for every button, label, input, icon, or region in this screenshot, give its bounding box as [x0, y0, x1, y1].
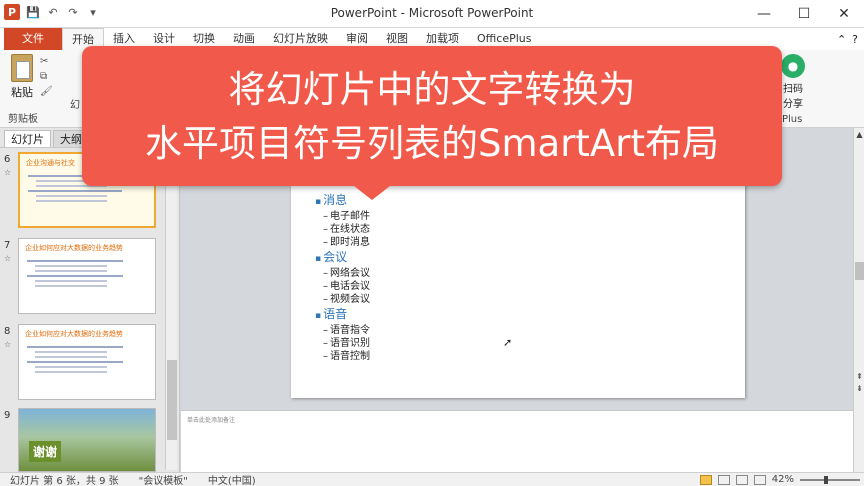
slide-number: 9: [4, 410, 11, 421]
notes-placeholder: 单击此处添加备注: [187, 417, 236, 424]
title-bar: P 💾 ↶ ↷ ▾ PowerPoint - Microsoft PowerPo…: [0, 0, 864, 28]
bullet-level2[interactable]: 语音指令: [315, 324, 370, 337]
slide-thumbnail-8[interactable]: 企业如何应对大数据的业务趋势: [18, 324, 156, 400]
reading-view-button[interactable]: [735, 474, 748, 485]
zoom-slider[interactable]: [800, 475, 860, 484]
slide-count-status: 幻灯片 第 6 张，共 9 张: [10, 476, 119, 486]
notes-pane[interactable]: 单击此处添加备注: [181, 410, 853, 472]
bullet-level2[interactable]: 即时消息: [315, 236, 370, 249]
tab-slides[interactable]: 幻灯片: [4, 130, 51, 147]
animation-star-icon: ☆: [4, 168, 12, 177]
paste-button[interactable]: 粘贴: [4, 52, 40, 100]
slide-thumb-row-7: 7 ☆: [4, 240, 18, 263]
zoom-slider-knob[interactable]: [824, 475, 828, 484]
slide-thumb-row-6: 6 ☆: [4, 154, 18, 177]
scroll-up-icon[interactable]: ▲: [854, 130, 864, 139]
clipboard-group-label: 剪贴板: [8, 114, 38, 125]
slide-thumbnail-7[interactable]: 企业如何应对大数据的业务趋势: [18, 238, 156, 314]
current-slide[interactable]: 消息 电子邮件 在线状态 即时消息 会议 网络会议 电话会议 视频会议 语音 语…: [291, 180, 745, 398]
bullet-level2[interactable]: 电子邮件: [315, 210, 370, 223]
scan-share-button[interactable]: ● 扫码 分享: [778, 54, 808, 110]
thumb-title: 企业如何应对大数据的业务趋势: [25, 330, 123, 338]
bullet-level2[interactable]: 视频会议: [315, 293, 370, 306]
slide-thumb-row-9: 9: [4, 410, 18, 421]
copy-icon[interactable]: ⧉: [40, 71, 53, 82]
bullet-level2[interactable]: 网络会议: [315, 267, 370, 280]
close-button[interactable]: ✕: [824, 0, 864, 28]
paste-label: 粘贴: [11, 86, 33, 99]
bullet-level1[interactable]: 语音: [315, 306, 370, 324]
status-bar: 幻灯片 第 6 张，共 9 张 "会议模板" 中文(中国) 42%: [0, 472, 864, 486]
animation-star-icon: ☆: [4, 340, 12, 349]
maximize-button[interactable]: ☐: [784, 0, 824, 28]
thumb-title: 企业如何应对大数据的业务趋势: [25, 244, 123, 252]
share-label-1: 扫码: [783, 84, 803, 95]
bullet-level1[interactable]: 会议: [315, 249, 370, 267]
slide-number: 7: [4, 240, 11, 251]
animation-star-icon: ☆: [4, 254, 12, 263]
annotation-callout: 将幻灯片中的文字转换为 水平项目符号列表的SmartArt布局: [82, 46, 782, 186]
bullet-level2[interactable]: 语音识别: [315, 337, 370, 350]
scrollbar-thumb[interactable]: [855, 262, 864, 280]
slides-pane-scrollbar[interactable]: [165, 150, 177, 470]
plus-group-label: Plus: [782, 114, 803, 125]
window-title: PowerPoint - Microsoft PowerPoint: [330, 6, 534, 20]
wechat-icon: ●: [781, 54, 805, 78]
paste-icon: [11, 54, 33, 82]
share-label-2: 分享: [783, 99, 803, 110]
zoom-level[interactable]: 42%: [772, 474, 794, 485]
callout-tail: [354, 186, 390, 200]
slide-number: 6: [4, 154, 11, 165]
mouse-cursor-icon: ➚: [503, 336, 513, 349]
tab-file[interactable]: 文件: [4, 28, 62, 50]
bullet-level2[interactable]: 语音控制: [315, 350, 370, 363]
slide-sorter-button[interactable]: [717, 474, 730, 485]
normal-view-button[interactable]: [699, 474, 712, 485]
slide-scrollbar[interactable]: ▲ ⇞ ⇟: [853, 128, 864, 472]
format-painter-icon[interactable]: 🖌: [40, 86, 53, 97]
thank-you-label: 谢谢: [29, 441, 62, 462]
language-status[interactable]: 中文(中国): [198, 472, 266, 486]
slide-thumb-row-8: 8 ☆: [4, 326, 18, 349]
previous-slide-icon[interactable]: ⇞: [854, 372, 864, 381]
slideshow-button[interactable]: [753, 474, 766, 485]
slide-number: 8: [4, 326, 11, 337]
callout-line-1: 将幻灯片中的文字转换为: [228, 68, 636, 111]
help-icon[interactable]: ?: [852, 33, 858, 46]
collapse-ribbon-icon[interactable]: ⌃: [837, 33, 846, 46]
minimize-button[interactable]: —: [744, 0, 784, 28]
ribbon-fragment-label: 幻: [70, 100, 80, 111]
bullet-level2[interactable]: 在线状态: [315, 223, 370, 236]
callout-line-2: 水平项目符号列表的SmartArt布局: [145, 122, 719, 165]
theme-status: "会议模板": [138, 476, 188, 486]
scrollbar-thumb[interactable]: [167, 360, 177, 440]
bullet-text-box[interactable]: 消息 电子邮件 在线状态 即时消息 会议 网络会议 电话会议 视频会议 语音 语…: [315, 192, 370, 363]
slide-thumbnail-9[interactable]: 谢谢: [18, 408, 156, 472]
cut-icon[interactable]: ✂: [40, 56, 53, 67]
bullet-level2[interactable]: 电话会议: [315, 280, 370, 293]
next-slide-icon[interactable]: ⇟: [854, 384, 864, 393]
